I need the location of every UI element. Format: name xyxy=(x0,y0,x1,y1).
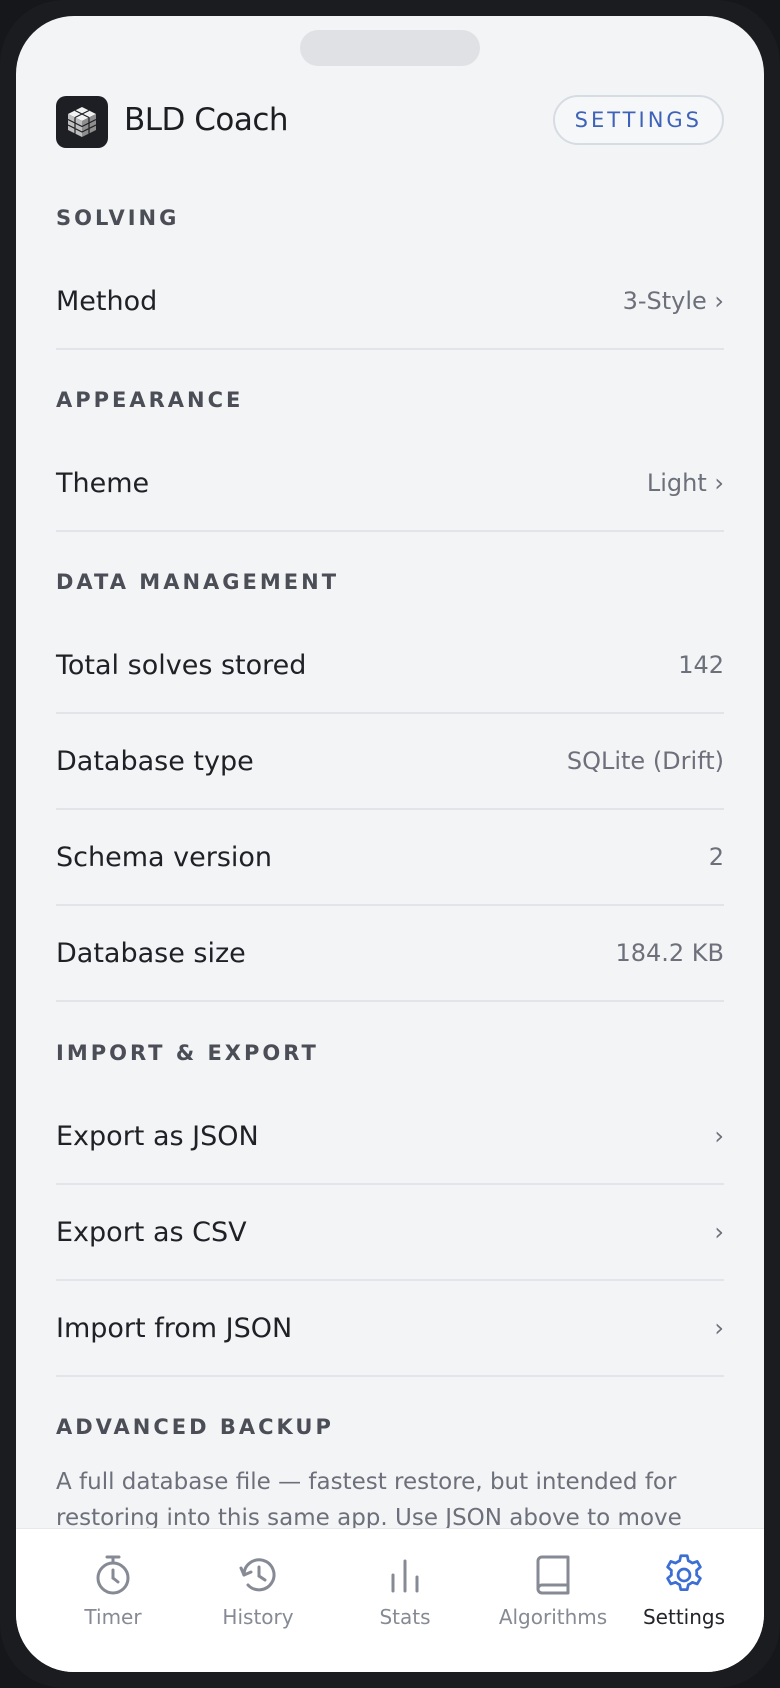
export-json-row[interactable]: Export as JSON › xyxy=(56,1089,724,1185)
advanced-backup-description: A full database file — fastest restore, … xyxy=(56,1469,682,1528)
database-size-value: 184.2 KB xyxy=(615,939,724,967)
section-title-appearance: APPEARANCE xyxy=(56,388,244,412)
database-type-value: SQLite (Drift) xyxy=(566,747,724,775)
settings-chip[interactable]: SETTINGS xyxy=(552,95,724,145)
tab-algorithms-label: Algorithms xyxy=(498,1605,608,1629)
chevron-right-icon: › xyxy=(714,1122,724,1150)
method-value: 3-Style › xyxy=(622,287,724,315)
cube-icon xyxy=(67,107,97,137)
section-title-data-management: DATA MANAGEMENT xyxy=(56,570,340,594)
schema-version-label: Schema version xyxy=(56,841,273,873)
tab-settings-label: Settings xyxy=(642,1605,726,1629)
database-size-label: Database size xyxy=(56,937,246,969)
book-icon xyxy=(536,1555,570,1595)
database-type-row: Database type SQLite (Drift) xyxy=(56,714,724,810)
tab-settings[interactable]: Settings xyxy=(609,1529,759,1672)
schema-version-row: Schema version 2 xyxy=(56,810,724,906)
total-solves-label: Total solves stored xyxy=(56,649,307,681)
section-title-import-export: IMPORT & EXPORT xyxy=(56,1041,319,1065)
export-csv-label: Export as CSV xyxy=(56,1216,247,1248)
method-row[interactable]: Method 3-Style › xyxy=(56,254,724,350)
chevron-right-icon: › xyxy=(714,1218,724,1246)
database-type-label: Database type xyxy=(56,745,254,777)
total-solves-row: Total solves stored 142 xyxy=(56,618,724,714)
tab-algorithms[interactable]: Algorithms xyxy=(478,1529,628,1672)
tab-stats-label: Stats xyxy=(379,1605,431,1629)
app-header: BLD Coach SETTINGS xyxy=(56,95,724,152)
tab-history-label: History xyxy=(222,1605,294,1629)
theme-value: Light › xyxy=(646,469,724,497)
app-title: BLD Coach xyxy=(124,102,289,138)
section-title-advanced-backup: ADVANCED BACKUP xyxy=(56,1415,334,1439)
timer-icon xyxy=(96,1555,130,1595)
gear-icon xyxy=(666,1554,702,1592)
export-csv-row[interactable]: Export as CSV › xyxy=(56,1185,724,1281)
tab-timer[interactable]: Timer xyxy=(38,1529,188,1672)
method-label: Method xyxy=(56,285,158,317)
export-json-label: Export as JSON xyxy=(56,1120,259,1152)
database-size-row: Database size 184.2 KB xyxy=(56,906,724,1002)
history-icon xyxy=(239,1558,276,1592)
import-json-label: Import from JSON xyxy=(56,1312,293,1344)
device-frame: BLD Coach SETTINGS SOLVING Method 3-Styl… xyxy=(0,0,780,1688)
app-logo xyxy=(56,96,108,148)
tab-bar: Timer History Stats Algorithms Settings xyxy=(16,1528,764,1672)
stats-icon xyxy=(391,1559,419,1593)
theme-label: Theme xyxy=(56,467,150,499)
theme-row[interactable]: Theme Light › xyxy=(56,436,724,532)
settings-scroll-area[interactable]: BLD Coach SETTINGS SOLVING Method 3-Styl… xyxy=(16,16,764,1528)
section-title-solving: SOLVING xyxy=(56,206,180,230)
chevron-right-icon: › xyxy=(714,1314,724,1342)
tab-history[interactable]: History xyxy=(183,1529,333,1672)
schema-version-value: 2 xyxy=(708,843,724,871)
total-solves-value: 142 xyxy=(678,651,724,679)
import-json-row[interactable]: Import from JSON › xyxy=(56,1281,724,1377)
tab-stats[interactable]: Stats xyxy=(330,1529,480,1672)
tab-timer-label: Timer xyxy=(84,1605,142,1629)
screen: BLD Coach SETTINGS SOLVING Method 3-Styl… xyxy=(16,16,764,1672)
